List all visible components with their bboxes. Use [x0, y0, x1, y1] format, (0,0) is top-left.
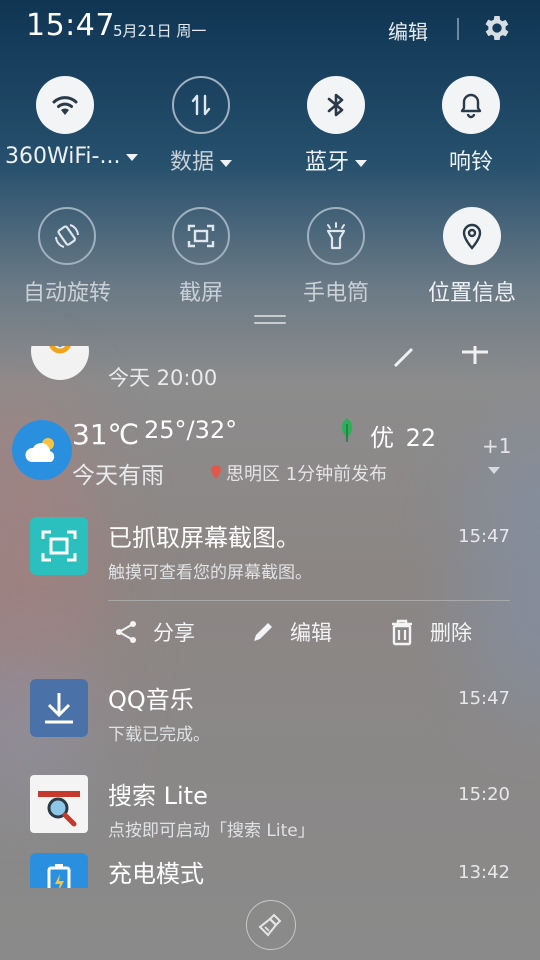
expand-chevron-icon[interactable] [488, 467, 500, 474]
location-icon [443, 207, 501, 265]
delete-label: 删除 [430, 621, 472, 645]
notification-title: 已抓取屏幕截图。 [108, 524, 300, 552]
trash-icon [392, 619, 412, 646]
chevron-down-icon[interactable] [126, 153, 139, 161]
app-icon [31, 346, 89, 380]
delete-button[interactable]: 删除 [388, 614, 472, 650]
gear-icon[interactable] [481, 12, 513, 44]
search-icon [30, 775, 88, 833]
notification-partial[interactable]: 今天 20:00 [0, 346, 540, 396]
tile-label-flashlight: 手电筒 [302, 281, 369, 306]
tile-label-ringer: 响铃 [448, 150, 493, 175]
notification-qqmusic[interactable]: QQ音乐 下载已完成。 15:47 [0, 672, 540, 752]
screenshot-app-icon [30, 517, 88, 575]
tile-ringer[interactable]: 响铃 [411, 76, 531, 176]
tile-label-data: 数据 [169, 150, 214, 175]
battery-icon [30, 853, 88, 888]
notification-title: 充电模式 [108, 860, 204, 888]
tile-label-location: 位置信息 [427, 281, 516, 306]
group-count: +1 [482, 434, 512, 458]
broom-icon [258, 913, 282, 937]
share-button[interactable]: 分享 [113, 614, 195, 650]
edit-icon[interactable] [392, 346, 414, 368]
notification-subtitle: 点按即可启动「搜索 Lite」 [108, 821, 315, 841]
tile-location[interactable]: 位置信息 [412, 207, 532, 307]
notification-time: 13:42 [458, 862, 510, 883]
mobile-data-icon [172, 76, 230, 134]
notification-title: QQ音乐 [108, 686, 194, 714]
status-bar: 15:47 5月21日 周一 编辑 [0, 0, 540, 56]
notification-search-lite[interactable]: 搜索 Lite 点按即可启动「搜索 Lite」 15:20 [0, 768, 540, 848]
chevron-down-icon[interactable] [355, 159, 367, 167]
tile-wifi[interactable]: 360WiFi-... [5, 76, 139, 169]
aqi-label: 优 [370, 424, 394, 452]
notification-subtitle: 下载已完成。 [108, 725, 210, 745]
tile-screenshot[interactable]: 截屏 [141, 207, 261, 307]
weather-meta: 思明区 1分钟前发布 [226, 464, 388, 485]
share-icon [116, 621, 136, 643]
weather-range: 25°/32° [144, 416, 238, 444]
notification-time: 15:47 [458, 688, 510, 709]
weather-cloud-icon [12, 420, 72, 480]
edit-tiles-button[interactable]: 编辑 [388, 16, 428, 45]
notification-time: 15:47 [458, 526, 510, 547]
notification-subtitle: 今天 20:00 [108, 366, 218, 390]
weather-desc: 今天有雨 [72, 463, 164, 489]
bell-icon [442, 76, 500, 134]
flashlight-icon [307, 207, 365, 265]
weather-temp: 31℃ [72, 418, 140, 451]
tile-flashlight[interactable]: 手电筒 [276, 207, 396, 307]
date-label: 5月21日 周一 [113, 22, 207, 40]
notification-charge-mode[interactable]: 充电模式 13:42 [0, 846, 540, 888]
bluetooth-icon [307, 76, 365, 134]
drag-handle[interactable] [254, 315, 286, 325]
clock-time: 15:47 [26, 8, 115, 43]
edit-label: 编辑 [290, 621, 332, 645]
wifi-icon [36, 76, 94, 134]
auto-rotate-icon [38, 207, 96, 265]
tile-label-auto-rotate: 自动旋转 [22, 281, 111, 306]
download-icon [30, 679, 88, 737]
leaf-icon [336, 416, 358, 444]
share-label: 分享 [153, 621, 195, 645]
add-icon[interactable] [462, 346, 488, 368]
notification-time: 15:20 [458, 784, 510, 805]
edit-button[interactable]: 编辑 [250, 614, 332, 650]
tile-label-screenshot: 截屏 [178, 281, 223, 306]
divider [108, 600, 510, 601]
notification-subtitle: 触摸可查看您的屏幕截图。 [108, 563, 312, 583]
tile-bluetooth[interactable]: 蓝牙 [276, 76, 396, 176]
pencil-icon [254, 623, 272, 641]
tile-label-bluetooth: 蓝牙 [304, 150, 349, 175]
divider [457, 18, 459, 40]
notification-weather[interactable]: 31℃ 25°/32° 优 22 今天有雨 思明区 1分钟前发布 +1 [0, 410, 540, 490]
clear-all-button[interactable] [246, 900, 296, 950]
tile-auto-rotate[interactable]: 自动旋转 [7, 207, 127, 307]
tile-mobile-data[interactable]: 数据 [141, 76, 261, 176]
screenshot-icon [172, 207, 230, 265]
location-pin-icon [210, 464, 222, 480]
tile-label-wifi: 360WiFi-... [5, 144, 121, 169]
aqi-value: 22 [405, 424, 437, 452]
chevron-down-icon[interactable] [220, 159, 232, 167]
notification-title: 搜索 Lite [108, 782, 208, 810]
